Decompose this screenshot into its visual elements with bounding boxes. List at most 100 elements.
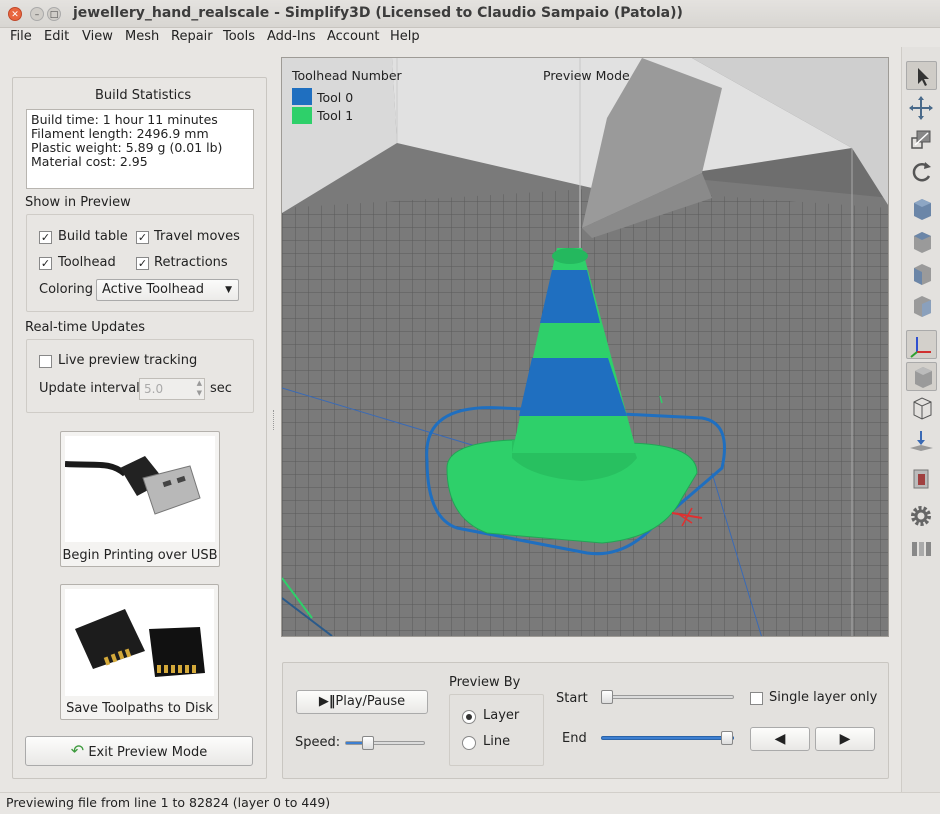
- chevron-down-icon: ▼: [225, 285, 232, 295]
- realtime-updates-group: Live preview tracking Update interval 5.…: [26, 339, 254, 413]
- build-statistics-title: Build Statistics: [95, 88, 192, 103]
- preview-by-group: Layer Line: [449, 694, 544, 766]
- begin-printing-usb-button[interactable]: Begin Printing over USB: [60, 431, 220, 567]
- next-layer-button[interactable]: ▶: [815, 727, 875, 751]
- coloring-label: Coloring: [39, 282, 94, 297]
- build-table-checkbox[interactable]: ✓: [39, 231, 52, 244]
- exit-preview-button[interactable]: ↶ Exit Preview Mode: [25, 736, 253, 766]
- coloring-select[interactable]: Active Toolhead ▼: [96, 279, 239, 301]
- sd-card-image: [65, 589, 214, 696]
- save-toolpaths-disk-label: Save Toolpaths to Disk: [66, 701, 213, 716]
- travel-moves-label: Travel moves: [154, 229, 240, 244]
- travel-moves-checkbox[interactable]: ✓: [136, 231, 149, 244]
- left-panel: Build Statistics Build time: 1 hour 11 m…: [12, 77, 267, 779]
- update-interval-unit: sec: [210, 381, 232, 396]
- scale-tool-button[interactable]: [906, 125, 937, 154]
- menu-add-ins[interactable]: Add-Ins: [267, 29, 316, 44]
- coloring-value: Active Toolhead: [102, 282, 205, 297]
- speed-slider-track[interactable]: [345, 741, 425, 745]
- play-pause-icon: ▶‖: [318, 694, 336, 709]
- show-in-preview-title: Show in Preview: [25, 195, 131, 210]
- show-in-preview-group: ✓ Build table ✓ Travel moves ✓ Toolhead …: [26, 214, 254, 312]
- maximize-window-icon[interactable]: □: [47, 7, 61, 21]
- preview-by-title: Preview By: [449, 675, 521, 690]
- update-interval-value: 5.0: [144, 382, 164, 396]
- usb-cable-image: [64, 436, 215, 542]
- end-slider-handle[interactable]: [721, 731, 733, 745]
- panel-splitter[interactable]: [273, 410, 276, 430]
- menu-edit[interactable]: Edit: [44, 29, 69, 44]
- menu-file[interactable]: File: [10, 29, 32, 44]
- toolhead-label: Toolhead: [58, 255, 116, 270]
- playback-panel: ▶‖Play/Pause Speed: Preview By Layer Lin…: [282, 662, 889, 779]
- single-layer-label: Single layer only: [769, 690, 878, 705]
- start-label: Start: [556, 691, 588, 706]
- menu-view[interactable]: View: [82, 29, 113, 44]
- view-side-button[interactable]: [906, 292, 937, 321]
- speed-label: Speed:: [295, 735, 341, 750]
- back-arrow-icon: ↶: [70, 741, 85, 760]
- filament-length: Filament length: 2496.9 mm: [31, 126, 209, 141]
- layer-radio[interactable]: [462, 710, 476, 724]
- end-slider-track[interactable]: [601, 736, 734, 740]
- update-interval-input[interactable]: 5.0 ▲ ▼: [139, 378, 205, 400]
- build-plate-scene: [282, 58, 888, 636]
- select-tool-button[interactable]: [906, 61, 937, 90]
- move-tool-button[interactable]: [906, 93, 937, 122]
- build-statistics-box: Build time: 1 hour 11 minutes Filament l…: [26, 109, 254, 189]
- realtime-updates-title: Real-time Updates: [25, 320, 146, 335]
- tool1-label: Tool 1: [317, 108, 354, 123]
- wireframe-view-button[interactable]: [906, 394, 937, 423]
- window-title: jewellery_hand_realscale - Simplify3D (L…: [73, 5, 683, 21]
- toolhead-checkbox[interactable]: ✓: [39, 257, 52, 270]
- line-radio[interactable]: [462, 736, 476, 750]
- title-bar: ✕ – □ jewellery_hand_realscale - Simplif…: [0, 0, 940, 28]
- tool1-swatch: [292, 107, 312, 124]
- plastic-weight: Plastic weight: 5.89 g (0.01 lb): [31, 140, 223, 155]
- preview-viewport[interactable]: Toolhead Number Preview Mode Tool 0 Tool…: [281, 57, 889, 637]
- menu-mesh[interactable]: Mesh: [125, 29, 159, 44]
- build-time: Build time: 1 hour 11 minutes: [31, 112, 218, 127]
- radio-selected-dot: [466, 714, 472, 720]
- place-on-bed-button[interactable]: [906, 426, 937, 455]
- exit-preview-label: Exit Preview Mode: [88, 745, 208, 760]
- tool0-swatch: [292, 88, 312, 105]
- save-toolpaths-disk-button[interactable]: Save Toolpaths to Disk: [60, 584, 219, 720]
- previous-layer-button[interactable]: ◀: [750, 727, 810, 751]
- menu-repair[interactable]: Repair: [171, 29, 213, 44]
- retractions-checkbox[interactable]: ✓: [136, 257, 149, 270]
- menu-help[interactable]: Help: [390, 29, 420, 44]
- preview-mode-label: Preview Mode: [543, 68, 630, 83]
- view-top-button[interactable]: [906, 228, 937, 257]
- single-layer-checkbox[interactable]: [750, 692, 763, 705]
- show-axes-button[interactable]: [906, 330, 937, 359]
- status-text: Previewing file from line 1 to 82824 (la…: [6, 795, 331, 810]
- line-radio-label: Line: [483, 734, 511, 749]
- speed-slider-handle[interactable]: [362, 736, 374, 750]
- cross-section-button[interactable]: [906, 464, 937, 493]
- live-preview-checkbox[interactable]: [39, 355, 52, 368]
- begin-printing-usb-label: Begin Printing over USB: [62, 548, 218, 563]
- close-window-icon[interactable]: ✕: [8, 7, 22, 21]
- right-arrow-icon: ▶: [839, 731, 851, 747]
- rotate-tool-button[interactable]: [906, 157, 937, 186]
- end-label: End: [562, 731, 587, 746]
- play-pause-button[interactable]: ▶‖Play/Pause: [296, 690, 428, 714]
- left-arrow-icon: ◀: [774, 731, 786, 747]
- solid-view-button[interactable]: [906, 362, 937, 391]
- menu-bar: File Edit View Mesh Repair Tools Add-Ins…: [0, 28, 940, 48]
- menu-account[interactable]: Account: [327, 29, 380, 44]
- right-toolbar: [901, 47, 940, 792]
- machine-control-button[interactable]: [906, 534, 937, 563]
- minimize-window-icon[interactable]: –: [30, 7, 44, 21]
- spinner-arrows-icon[interactable]: ▲ ▼: [197, 378, 202, 398]
- start-slider-handle[interactable]: [601, 690, 613, 704]
- legend-title: Toolhead Number: [292, 68, 402, 83]
- play-pause-label: Play/Pause: [335, 694, 406, 709]
- gear-icon[interactable]: [906, 502, 937, 531]
- layer-radio-label: Layer: [483, 708, 520, 723]
- view-default-button[interactable]: [906, 195, 937, 224]
- view-front-button[interactable]: [906, 260, 937, 289]
- start-slider-track[interactable]: [601, 695, 734, 699]
- menu-tools[interactable]: Tools: [223, 29, 255, 44]
